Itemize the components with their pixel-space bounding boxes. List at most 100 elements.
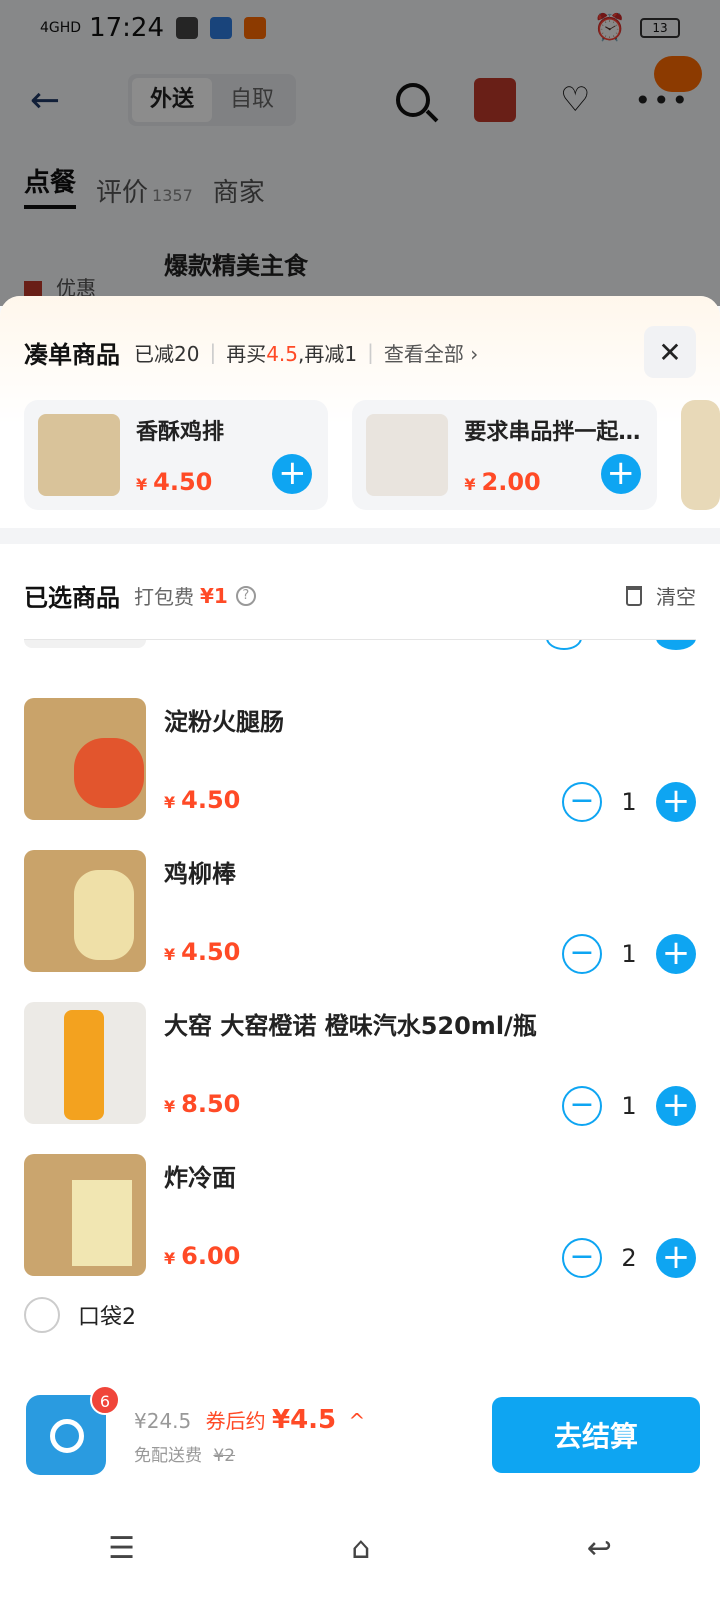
price-value: 4.50: [181, 938, 241, 966]
currency-symbol: ¥: [464, 475, 476, 494]
add-button[interactable]: +: [600, 454, 641, 494]
addon-item-partial[interactable]: [680, 400, 720, 510]
product-name: 香酥鸡排: [136, 420, 225, 445]
product-name: 淀粉火腿肠: [164, 708, 284, 736]
currency-symbol: ¥: [164, 1249, 176, 1268]
addon-header: 凑单商品 已减20 | 再买4.5,再减1 | 查看全部 › ✕: [0, 296, 720, 378]
currency-symbol: ¥: [136, 475, 148, 494]
view-all-link[interactable]: 查看全部 ›: [384, 338, 478, 367]
product-image: [24, 1154, 146, 1276]
buy-more-prefix: 再买: [226, 341, 267, 366]
list-item: 淀粉火腿肠 ¥4.50 − 1 +: [24, 698, 696, 822]
divider: |: [367, 340, 374, 364]
product-image: [24, 640, 146, 648]
minus-button[interactable]: −: [562, 1086, 602, 1126]
cart-count-badge: 6: [90, 1385, 120, 1415]
price-value: 2.00: [481, 468, 541, 496]
plus-button[interactable]: +: [656, 782, 696, 822]
selected-header: 已选商品 打包费 ¥1 ? 清空: [0, 544, 720, 639]
minus-button[interactable]: −: [562, 1238, 602, 1278]
product-price: ¥4.50: [164, 786, 240, 814]
product-name: 要求串品拌一起…: [464, 420, 641, 445]
product-name: 大窑 大窑橙诺 橙味汽水520ml/瓶: [164, 1012, 537, 1040]
chevron-up-icon[interactable]: ^: [349, 1409, 366, 1433]
quantity-value: 1: [621, 940, 637, 968]
ele-logo-icon: [50, 1419, 84, 1453]
close-icon: ✕: [658, 335, 682, 369]
buy-more-amount: 4.5: [266, 341, 299, 366]
minus-button[interactable]: [546, 640, 582, 650]
reduced-text: 已减20: [134, 341, 200, 366]
clear-label: 清空: [656, 585, 696, 609]
product-image: [366, 414, 449, 496]
product-image: [24, 850, 146, 972]
dim-overlay[interactable]: [0, 0, 720, 306]
cart-summary[interactable]: ¥24.5 券后约 ¥4.5 ^ 免配送费 ¥2: [134, 1405, 365, 1466]
product-price: ¥4.50: [164, 938, 240, 966]
addon-list: 香酥鸡排 ¥4.50 + 要求串品拌一起… ¥2.00 +: [0, 378, 720, 510]
quantity-value: 2: [621, 1244, 637, 1272]
close-button[interactable]: ✕: [644, 326, 696, 378]
product-price: ¥4.50: [136, 468, 224, 496]
after-coupon-label: 券后约: [205, 1408, 266, 1433]
minus-button[interactable]: −: [562, 782, 602, 822]
addon-item[interactable]: 要求串品拌一起… ¥2.00 +: [352, 400, 657, 510]
divider: |: [209, 340, 217, 364]
plus-button[interactable]: +: [656, 1238, 696, 1278]
packing-fee-label: 打包费: [134, 585, 194, 609]
plus-button[interactable]: +: [656, 934, 696, 974]
return-icon[interactable]: ↩: [587, 1531, 612, 1566]
selected-title: 已选商品: [24, 584, 120, 612]
help-icon[interactable]: ?: [235, 585, 256, 606]
trash-icon: [626, 585, 642, 606]
pocket-option[interactable]: 口袋2: [0, 1280, 720, 1350]
buy-more-text: 再买4.5,再减1: [226, 338, 357, 367]
product-price: ¥6.00: [164, 1242, 240, 1270]
total-price: ¥24.5: [134, 1408, 192, 1433]
list-item-partial: [24, 640, 696, 656]
addon-section: 凑单商品 已减20 | 再买4.5,再减1 | 查看全部 › ✕ 香酥鸡排 ¥4…: [0, 296, 720, 528]
radio-button[interactable]: [24, 1297, 60, 1333]
add-button[interactable]: +: [272, 454, 313, 494]
clear-cart-button[interactable]: 清空: [626, 581, 696, 610]
list-item: 大窑 大窑橙诺 橙味汽水520ml/瓶 ¥8.50 − 1 +: [24, 1002, 696, 1126]
quantity-stepper: − 1 +: [562, 934, 696, 974]
product-price: ¥8.50: [164, 1090, 240, 1118]
price-value: 4.50: [181, 786, 241, 814]
packing-fee: ¥1: [200, 583, 228, 608]
checkout-button[interactable]: 去结算: [492, 1397, 700, 1473]
list-item: 炸冷面 ¥6.00 − 2 +: [24, 1154, 696, 1278]
product-name: 炸冷面: [164, 1164, 236, 1192]
quantity-stepper: − 1 +: [562, 1086, 696, 1126]
currency-symbol: ¥: [164, 1097, 176, 1116]
cart-bag-icon[interactable]: 6: [26, 1385, 120, 1475]
free-delivery-text: 免配送费: [134, 1445, 202, 1466]
addon-title: 凑单商品: [24, 340, 120, 369]
cart-bar: 6 ¥24.5 券后约 ¥4.5 ^ 免配送费 ¥2 去结算: [0, 1380, 720, 1490]
system-navigation-bar: ☰ ⌂ ↩: [0, 1496, 720, 1600]
price-value: 8.50: [181, 1090, 241, 1118]
currency-symbol: ¥: [164, 945, 176, 964]
product-image: [38, 414, 120, 496]
selected-items-list[interactable]: 淀粉火腿肠 ¥4.50 − 1 + 鸡柳棒 ¥4.50 − 1 + 大窑 大窑橙…: [0, 640, 720, 1280]
product-name: 鸡柳棒: [164, 860, 236, 888]
plus-button[interactable]: +: [656, 1086, 696, 1126]
pocket-label: 口袋2: [78, 1305, 136, 1330]
price-value: 6.00: [181, 1242, 241, 1270]
minus-button[interactable]: −: [562, 934, 602, 974]
original-delivery-fee: ¥2: [213, 1445, 236, 1466]
currency-symbol: ¥: [164, 793, 176, 812]
price-value: 4.50: [153, 468, 213, 496]
quantity-stepper: − 2 +: [562, 1238, 696, 1278]
buy-more-suffix: ,再减1: [298, 341, 358, 366]
quantity-value: 1: [621, 788, 637, 816]
quantity-stepper: − 1 +: [562, 782, 696, 822]
quantity-value: 1: [621, 1092, 637, 1120]
product-image: [24, 698, 146, 820]
menu-icon[interactable]: ☰: [108, 1531, 135, 1566]
list-item: 鸡柳棒 ¥4.50 − 1 +: [24, 850, 696, 974]
addon-item[interactable]: 香酥鸡排 ¥4.50 +: [24, 400, 329, 510]
plus-button[interactable]: [656, 640, 696, 650]
home-icon[interactable]: ⌂: [351, 1531, 370, 1566]
section-gap: [0, 528, 720, 544]
